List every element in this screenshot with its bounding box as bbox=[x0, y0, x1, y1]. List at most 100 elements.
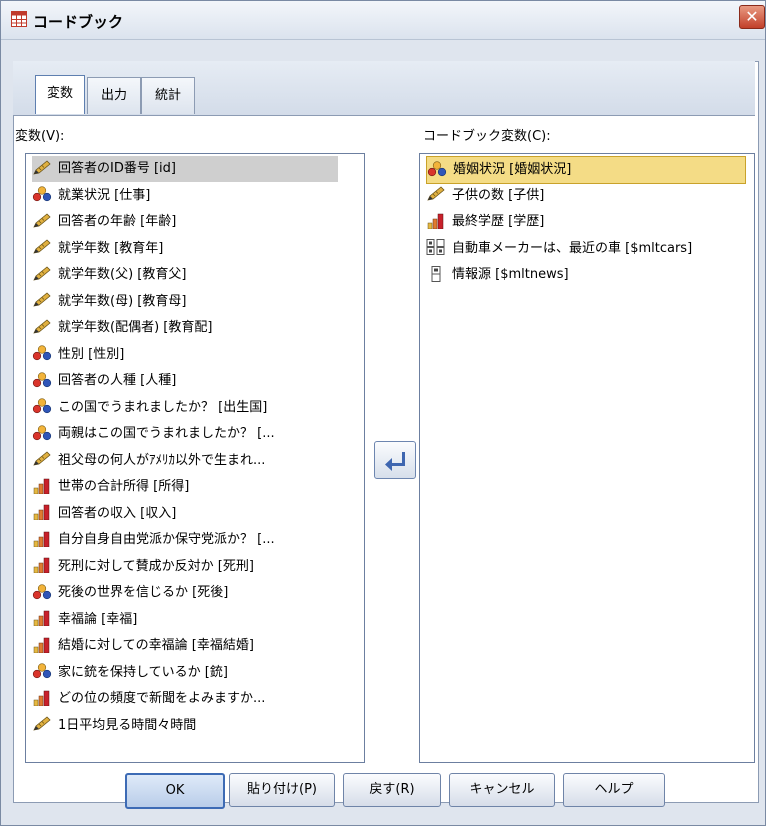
scale-variable-icon bbox=[32, 239, 52, 255]
list-item-label: 就業状況 [仕事] bbox=[58, 187, 151, 203]
list-item-label: 死刑に対して賛成か反対か [死刑] bbox=[58, 558, 254, 574]
list-item[interactable]: 回答者のID番号 [id] bbox=[32, 156, 338, 182]
nominal-variable-icon bbox=[32, 663, 52, 679]
tab-output[interactable]: 出力 bbox=[87, 77, 141, 114]
nominal-variable-icon bbox=[32, 345, 52, 361]
variables-listbox[interactable]: 1日平均見る時間々時間 どの位の頻度で新聞をよみますか... 家に銃を保持しているか… bbox=[25, 153, 365, 763]
list-item-label: 回答者の人種 [人種] bbox=[58, 373, 177, 388]
list-item-label: 1日平均見る時間々時間 bbox=[58, 717, 197, 733]
list-item[interactable]: 婚姻状況 [婚姻状況] bbox=[426, 156, 746, 184]
list-item-label: 就学年数(母) [教育母] bbox=[58, 293, 187, 309]
list-item[interactable]: 回答者の人種 [人種] bbox=[32, 368, 338, 394]
scale-variable-icon bbox=[32, 212, 52, 229]
nominal-variable-icon bbox=[427, 160, 447, 177]
list-item-label: 就学年数(父) [教育父] bbox=[58, 267, 187, 282]
list-item[interactable]: 就学年数(配偶者) [教育配] bbox=[32, 315, 338, 341]
list-item-label: 祖父母の何人がｱﾒﾘｶ以外で生まれ... bbox=[58, 452, 266, 468]
scale-variable-icon bbox=[32, 318, 52, 335]
list-item-label: 就学年数(配偶者) [教育配] bbox=[58, 320, 213, 335]
cancel-button[interactable]: キャンセル bbox=[449, 773, 555, 807]
list-item[interactable]: 回答者の収入 [収入] bbox=[32, 501, 338, 527]
list-item[interactable]: 結婚に対しての幸福論 [幸福結婚] bbox=[32, 633, 338, 659]
list-item[interactable]: 子供の数 [子供] bbox=[426, 183, 744, 209]
list-item[interactable]: 祖父母の何人がｱﾒﾘｶ以外で生まれ... bbox=[32, 448, 338, 474]
tab-variables[interactable]: 変数 bbox=[35, 75, 85, 114]
list-item[interactable]: 家に銃を保持しているか [銃] bbox=[32, 660, 338, 686]
help-button[interactable]: ヘルプ bbox=[563, 773, 665, 807]
list-item[interactable]: 就業状況 [仕事] bbox=[32, 183, 338, 209]
ordinal-variable-icon bbox=[32, 637, 52, 653]
list-item-label: どの位の頻度で新聞をよみますか... bbox=[58, 691, 266, 706]
ordinal-variable-icon bbox=[32, 531, 52, 547]
list-item-label: 最終学歴 [学歴] bbox=[452, 214, 545, 229]
list-item-label: この国でうまれましたか？ [出生国] bbox=[58, 399, 268, 415]
close-button[interactable]: ✕ bbox=[739, 5, 765, 29]
ordinal-variable-icon bbox=[32, 504, 52, 521]
list-item-label: 幸福論 [幸福] bbox=[58, 611, 138, 627]
list-item-label: 両親はこの国でうまれましたか？ [... bbox=[58, 426, 275, 441]
list-item-label: 自分自身自由党派か保守党派か？ [... bbox=[58, 532, 275, 547]
scale-variable-icon bbox=[32, 716, 52, 732]
multiple-category-set-icon bbox=[426, 265, 446, 282]
ordinal-variable-icon bbox=[32, 690, 52, 706]
list-item-label: 回答者の収入 [収入] bbox=[58, 505, 177, 521]
nominal-variable-icon bbox=[32, 583, 52, 600]
table-app-icon bbox=[11, 11, 27, 27]
scale-variable-icon bbox=[32, 265, 52, 282]
window-title: コードブック bbox=[33, 13, 124, 31]
list-item[interactable]: 自分自身自由党派か保守党派か？ [... bbox=[32, 527, 338, 553]
multiple-dichotomy-set-icon bbox=[426, 239, 446, 255]
list-item[interactable]: 自動車メーカーは、最近の車 [$mltcars] bbox=[426, 236, 744, 262]
list-item[interactable]: 就学年数(父) [教育父] bbox=[32, 262, 338, 288]
scale-variable-icon bbox=[32, 159, 52, 176]
move-variable-button[interactable] bbox=[374, 441, 416, 479]
list-item-label: 子供の数 [子供] bbox=[452, 187, 545, 203]
list-item[interactable]: 就学年数(母) [教育母] bbox=[32, 289, 338, 315]
tab-statistics[interactable]: 統計 bbox=[141, 77, 195, 114]
list-item[interactable]: 幸福論 [幸福] bbox=[32, 607, 338, 633]
list-item-label: 就学年数 [教育年] bbox=[58, 240, 164, 256]
list-item[interactable]: この国でうまれましたか？ [出生国] bbox=[32, 395, 338, 421]
list-item[interactable]: 性別 [性別] bbox=[32, 342, 338, 368]
list-item[interactable]: 就学年数 [教育年] bbox=[32, 236, 338, 262]
nominal-variable-icon bbox=[32, 371, 52, 388]
nominal-variable-icon bbox=[32, 424, 52, 441]
list-item-label: 情報源 [$mltnews] bbox=[452, 267, 569, 282]
codebook-list-label: コードブック変数(C): bbox=[423, 129, 551, 144]
list-item-label: 回答者のID番号 [id] bbox=[58, 161, 176, 176]
nominal-variable-icon bbox=[32, 186, 52, 202]
list-item-label: 死後の世界を信じるか [死後] bbox=[58, 585, 229, 600]
list-item[interactable]: 最終学歴 [学歴] bbox=[426, 209, 744, 235]
ordinal-variable-icon bbox=[32, 610, 52, 627]
reset-button[interactable]: 戻す(R) bbox=[343, 773, 441, 807]
list-item[interactable]: 世帯の合計所得 [所得] bbox=[32, 474, 338, 500]
nominal-variable-icon bbox=[32, 398, 52, 414]
list-item-label: 性別 [性別] bbox=[58, 346, 125, 362]
ordinal-variable-icon bbox=[32, 557, 52, 574]
list-item[interactable]: 両親はこの国でうまれましたか？ [... bbox=[32, 421, 338, 447]
list-item[interactable]: 回答者の年齢 [年齢] bbox=[32, 209, 338, 235]
variables-list-label: 変数(V): bbox=[15, 129, 65, 144]
list-item[interactable]: どの位の頻度で新聞をよみますか... bbox=[32, 686, 338, 712]
scale-variable-icon bbox=[32, 451, 52, 467]
scale-variable-icon bbox=[426, 186, 446, 202]
list-item[interactable]: 死後の世界を信じるか [死後] bbox=[32, 580, 338, 606]
tab-strip: 変数 出力 統計 bbox=[13, 61, 755, 116]
list-item-label: 家に銃を保持しているか [銃] bbox=[58, 664, 228, 680]
ordinal-variable-icon bbox=[32, 478, 52, 494]
codebook-dialog: コードブック ✕ 変数 出力 統計 変数(V): コードブック変数(C): 1日… bbox=[0, 0, 766, 826]
variables-scrollbar[interactable]: ▲ ▼ bbox=[364, 154, 365, 760]
list-item-label: 回答者の年齢 [年齢] bbox=[58, 214, 177, 229]
list-item-label: 世帯の合計所得 [所得] bbox=[58, 479, 190, 494]
codebook-listbox[interactable]: 情報源 [$mltnews] 自動車メーカーは、最近の車 [$mltcars] 最終… bbox=[419, 153, 755, 763]
move-arrow-icon bbox=[385, 452, 405, 471]
list-item-label: 結婚に対しての幸福論 [幸福結婚] bbox=[58, 638, 254, 653]
list-item[interactable]: 死刑に対して賛成か反対か [死刑] bbox=[32, 554, 338, 580]
ordinal-variable-icon bbox=[426, 213, 446, 229]
list-item[interactable]: 情報源 [$mltnews] bbox=[426, 262, 744, 288]
ok-button[interactable]: OK bbox=[125, 773, 225, 809]
paste-button[interactable]: 貼り付け(P) bbox=[229, 773, 335, 807]
list-item[interactable]: 1日平均見る時間々時間 bbox=[32, 713, 338, 739]
list-item-label: 自動車メーカーは、最近の車 [$mltcars] bbox=[452, 240, 693, 256]
scale-variable-icon bbox=[32, 292, 52, 308]
